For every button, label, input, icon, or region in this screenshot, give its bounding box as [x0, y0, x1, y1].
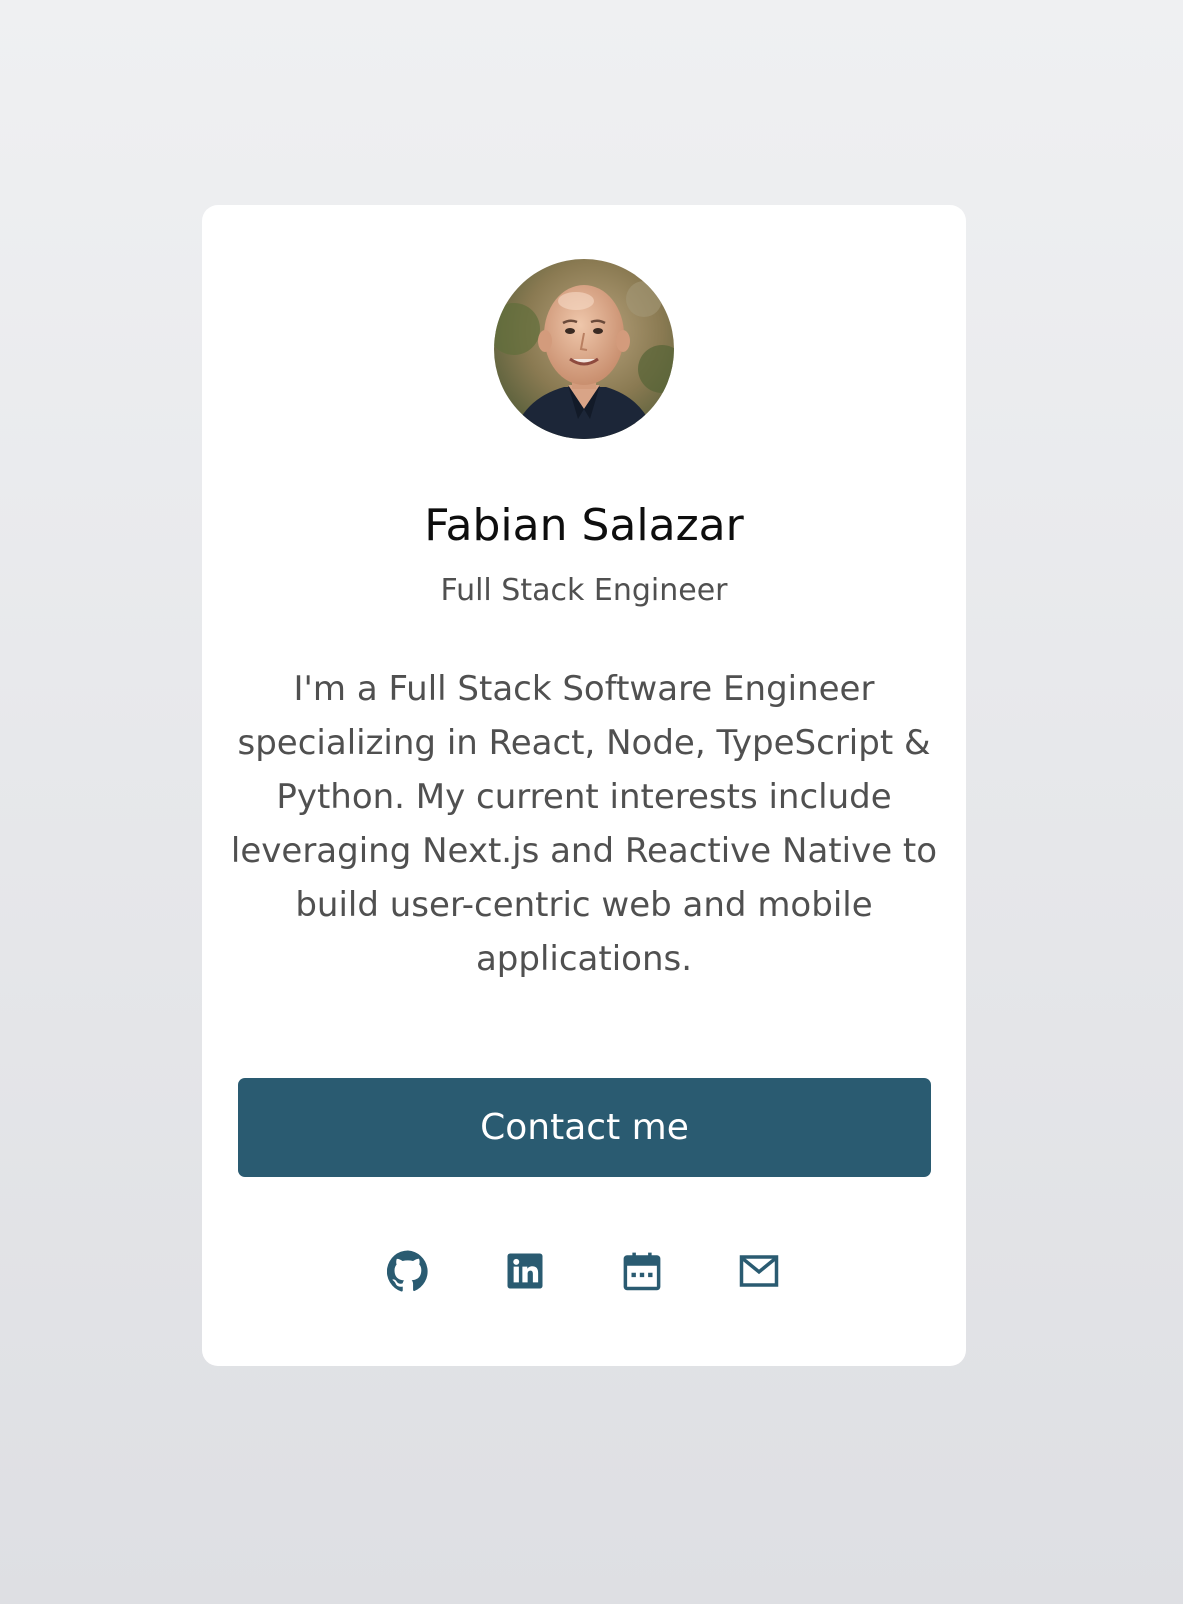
profile-role: Full Stack Engineer [440, 573, 728, 608]
mail-icon [739, 1255, 779, 1287]
linkedin-link[interactable] [504, 1250, 546, 1292]
github-link[interactable] [387, 1250, 429, 1292]
calendar-icon [623, 1252, 661, 1291]
github-icon [387, 1250, 428, 1292]
social-links [202, 1250, 966, 1292]
profile-bio: I'm a Full Stack Software Engineer speci… [230, 669, 938, 979]
linkedin-icon [507, 1253, 543, 1289]
profile-name: Fabian Salazar [424, 500, 744, 551]
profile-card: Fabian Salazar Full Stack Engineer I'm a… [202, 205, 966, 1366]
calendar-link[interactable] [621, 1250, 663, 1292]
avatar [494, 259, 674, 439]
email-link[interactable] [738, 1250, 780, 1292]
avatar-photo [494, 259, 674, 439]
contact-button[interactable]: Contact me [238, 1078, 931, 1177]
